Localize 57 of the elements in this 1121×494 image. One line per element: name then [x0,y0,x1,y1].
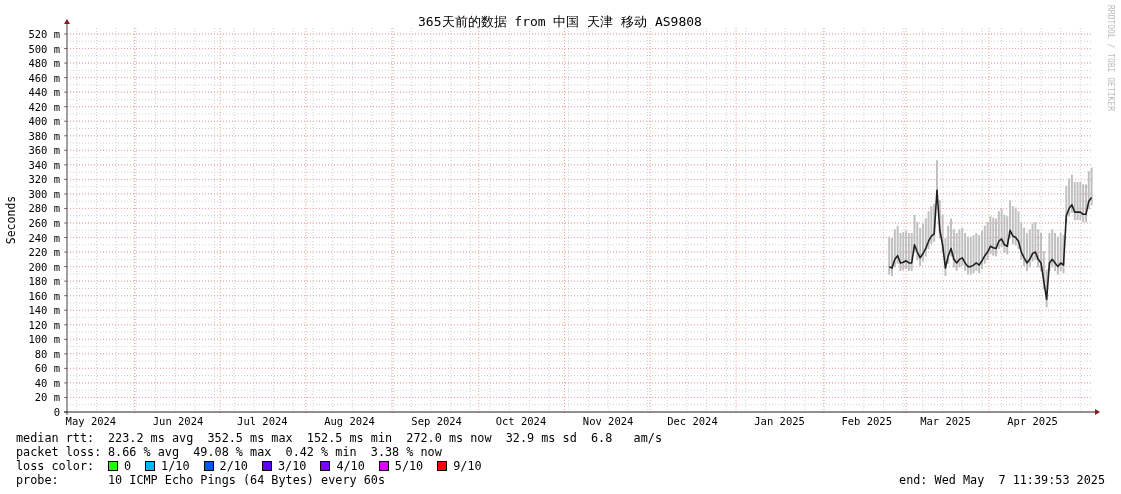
axis-label: Sep 2024 [411,415,462,427]
axis-label: 240 m [28,231,60,244]
axis-title: Seconds [4,195,18,245]
stat-label: median rtt: [16,431,96,445]
legend-text: 3/10 [277,459,307,473]
axis-label: May 2024 [65,415,117,427]
legend-text: 1/10 [161,459,190,473]
probe-label: probe: [16,473,60,487]
axis-label: 520 m [28,28,60,40]
axis-label: Jan 2025 [754,415,805,427]
axis-label: Jul 2024 [237,415,288,427]
axis-label: 180 m [28,275,60,288]
axis-label: 160 m [28,289,60,302]
axis-label: Mar 2025 [920,415,971,427]
axis-label: Dec 2024 [667,415,718,427]
axis-label: Aug 2024 [324,415,375,427]
axis-label: 460 m [28,71,60,84]
stat-label: packet loss: [16,445,103,459]
stat-values: 223.2 ms avg 352.5 ms max 152.5 ms min 272.0 ms now 32.9 ms sd 6.8 am/s [108,431,662,445]
axis-label: Jun 2024 [152,415,204,427]
legend-text: 0 [124,459,132,473]
legend-text: 4/10 [336,459,365,473]
end-time: end: Wed May 7 11:39:53 2025 [899,473,1105,487]
legend-text: 2/10 [219,459,248,473]
axis-label: 120 m [28,318,60,331]
stat-values: 8.66 % avg 49.08 % max 0.42 % min 3.38 % now [108,445,442,459]
axis-label: 300 m [28,187,60,200]
axis-label: 200 m [28,260,60,273]
legend-text: 9/10 [453,459,482,473]
legend-label: loss color: [16,459,96,473]
axis-label: 20 m [34,391,60,404]
axis-label: 340 m [28,158,60,171]
probe-text: 10 ICMP Echo Pings (64 Bytes) every 60s [108,473,385,487]
axis-label: 480 m [28,57,60,70]
axis-label: 420 m [28,100,60,113]
axis-label: Nov 2024 [582,415,634,427]
credit-text: RRDTOOL / TOBI OETIKER [1106,5,1115,111]
axis-label: 0 [53,406,60,418]
axis-label: Feb 2025 [841,415,892,427]
axis-label: 440 m [28,86,60,99]
axis-label: 260 m [28,217,60,229]
axis-label: 380 m [28,129,60,142]
axis-label: 320 m [28,173,60,186]
axis-label: 140 m [28,304,60,317]
axis-label: 60 m [34,362,60,375]
chart-title: 365天前的数据 from 中国 天津 移动 AS9808 [418,14,702,29]
axis-label: 280 m [28,202,60,215]
axis-label: 40 m [34,376,60,389]
axis-label: 100 m [28,333,60,346]
axis-label: Oct 2024 [495,415,547,427]
axis-label: 360 m [28,144,60,157]
axis-label: 220 m [28,246,60,259]
axis-label: Apr 2025 [1007,415,1058,427]
legend-text: 5/10 [394,459,424,473]
axis-label: 80 m [34,347,60,360]
axis-label: 400 m [28,115,60,128]
axis-label: 500 m [28,42,60,55]
